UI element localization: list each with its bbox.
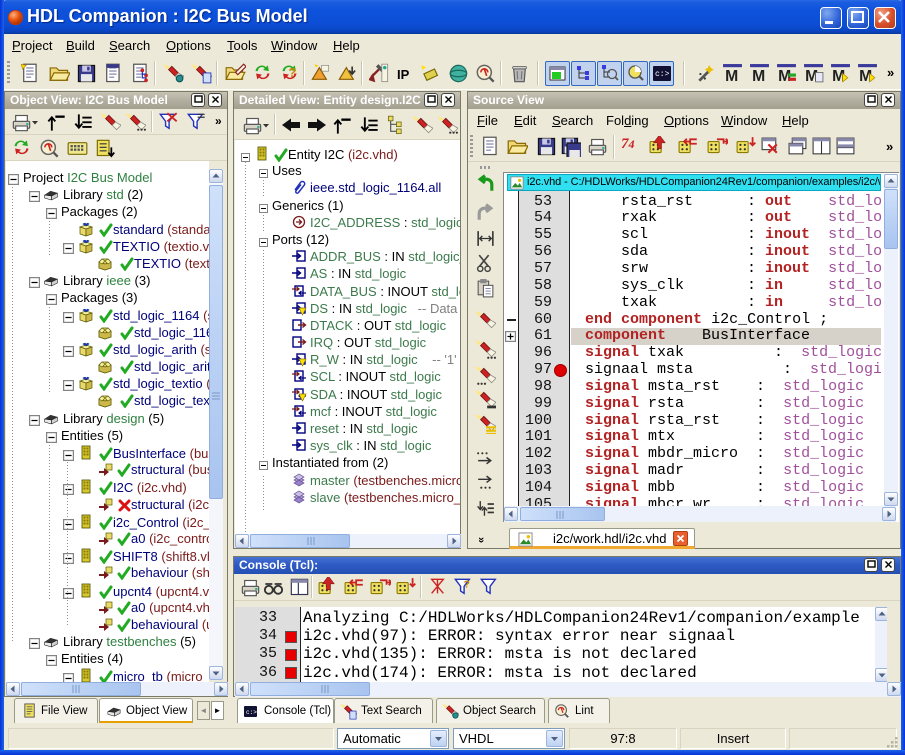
svg-text:?: ? — [288, 65, 296, 80]
svg-text:M: M — [752, 68, 765, 84]
svg-text:M: M — [725, 68, 738, 84]
svg-text:c:>: c:> — [655, 70, 670, 79]
svg-text:?: ? — [464, 579, 470, 591]
svg-text:c:>: c:> — [246, 709, 257, 716]
